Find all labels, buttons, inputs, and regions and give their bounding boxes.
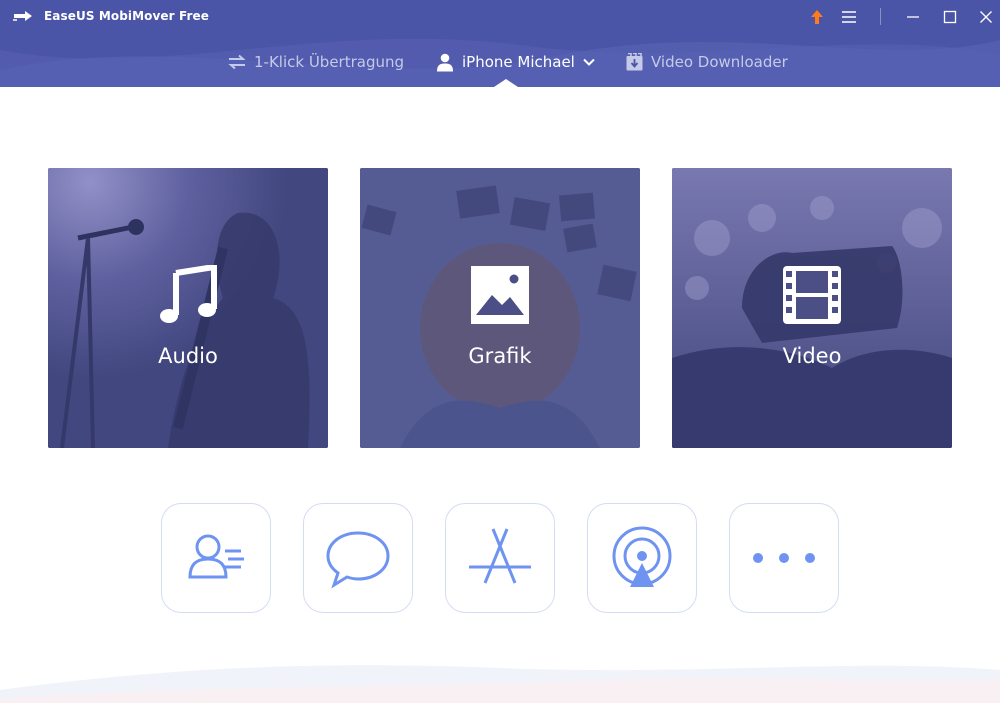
minimize-button[interactable] [899,4,927,30]
app-logo-icon [13,11,32,21]
main-nav: 1-Klick Übertragung iPhone Michael Video… [0,46,1000,78]
header: EaseUS MobiMover Free 1-Klick Übertragun… [0,0,1000,87]
nav-label: Video Downloader [651,53,788,71]
category-label: Video [782,344,842,368]
close-button[interactable] [972,4,1000,30]
category-video-tile[interactable]: Video [672,168,952,448]
message-bubble-icon [326,531,390,589]
video-download-icon [626,53,643,71]
footer-wave [0,665,1000,703]
category-audio-tile[interactable]: Audio [48,168,328,448]
music-note-icon [160,265,217,323]
transfer-icon [228,54,246,70]
user-icon [437,53,453,71]
apps-button[interactable] [445,503,555,613]
contacts-button[interactable] [161,503,271,613]
podcast-icon [612,526,672,587]
app-title: EaseUS MobiMover Free [44,9,209,23]
maximize-button[interactable] [936,4,964,30]
menu-button[interactable] [835,4,863,30]
more-button[interactable] [729,503,839,613]
maximize-icon [943,10,957,24]
more-dots-icon [753,553,815,563]
nav-device-iphone[interactable]: iPhone Michael [436,46,595,78]
close-icon [980,11,992,23]
category-grafik-tile[interactable]: Grafik [360,168,640,448]
nav-label: 1-Klick Übertragung [254,53,405,71]
nav-label: iPhone Michael [462,53,575,71]
messages-button[interactable] [303,503,413,613]
title-bar-divider [880,8,881,25]
active-tab-pointer [494,79,518,87]
category-label: Grafik [468,344,532,368]
film-icon [783,266,841,324]
image-icon [471,266,529,324]
title-bar: EaseUS MobiMover Free [0,0,1000,34]
podcasts-button[interactable] [587,503,697,613]
arrow-up-icon [811,10,823,24]
app-store-icon [469,528,531,584]
chevron-down-icon [583,58,595,66]
contacts-icon [188,534,244,579]
nav-one-click-transfer[interactable]: 1-Klick Übertragung [228,46,404,78]
category-label: Audio [158,344,218,368]
nav-video-downloader[interactable]: Video Downloader [626,46,788,78]
minimize-icon [907,16,919,18]
hamburger-icon [842,11,856,23]
update-button[interactable] [803,4,831,30]
